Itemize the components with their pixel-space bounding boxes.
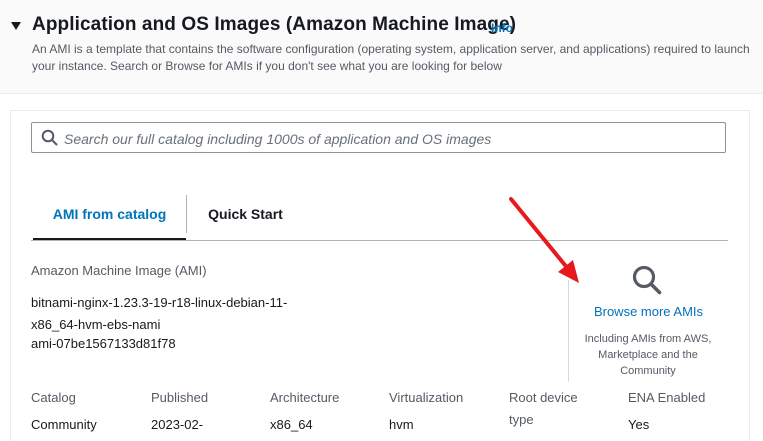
tab-quick-start[interactable]: Quick Start xyxy=(187,190,304,238)
section-title: Application and OS Images (Amazon Machin… xyxy=(32,14,517,35)
value-virtualization: hvm xyxy=(389,417,414,432)
value-architecture: x86_64 xyxy=(270,417,313,432)
ami-tabs: AMI from catalog Quick Start xyxy=(31,190,728,241)
value-ena-enabled: Yes xyxy=(628,417,650,432)
tab-ami-from-catalog[interactable]: AMI from catalog xyxy=(33,190,186,240)
column-header-virtualization: Virtualization xyxy=(389,390,464,405)
info-link[interactable]: Info xyxy=(491,21,513,35)
section-description: An AMI is a template that contains the s… xyxy=(32,42,750,73)
column-header-published: Published xyxy=(151,390,209,405)
search-icon xyxy=(41,129,58,146)
column-header-ena-enabled: ENA Enabled xyxy=(628,390,706,405)
ami-search-input[interactable]: Search our full catalog including 1000s … xyxy=(31,122,726,153)
ami-name: bitnami-nginx-1.23.3-19-r18-linux-debian… xyxy=(31,295,288,332)
column-header-architecture: Architecture xyxy=(270,390,340,405)
caret-down-icon[interactable] xyxy=(10,20,22,32)
browse-more-amis-link[interactable]: Browse more AMIs xyxy=(570,304,727,319)
column-header-catalog: Catalog xyxy=(31,390,76,405)
magnifier-icon[interactable] xyxy=(631,264,663,296)
search-placeholder: Search our full catalog including 1000s … xyxy=(64,131,492,147)
column-header-root-device-type: Root device type xyxy=(509,390,578,427)
browse-description: Including AMIs from AWS, Marketplace and… xyxy=(584,333,712,377)
section-header: Application and OS Images (Amazon Machin… xyxy=(0,0,763,94)
ami-label: Amazon Machine Image (AMI) xyxy=(31,263,207,278)
vertical-divider xyxy=(568,280,569,382)
value-published: 2023-02- xyxy=(151,417,204,432)
ami-id: ami-07be1567133d81f78 xyxy=(31,336,176,351)
value-catalog: Community xyxy=(31,417,97,432)
